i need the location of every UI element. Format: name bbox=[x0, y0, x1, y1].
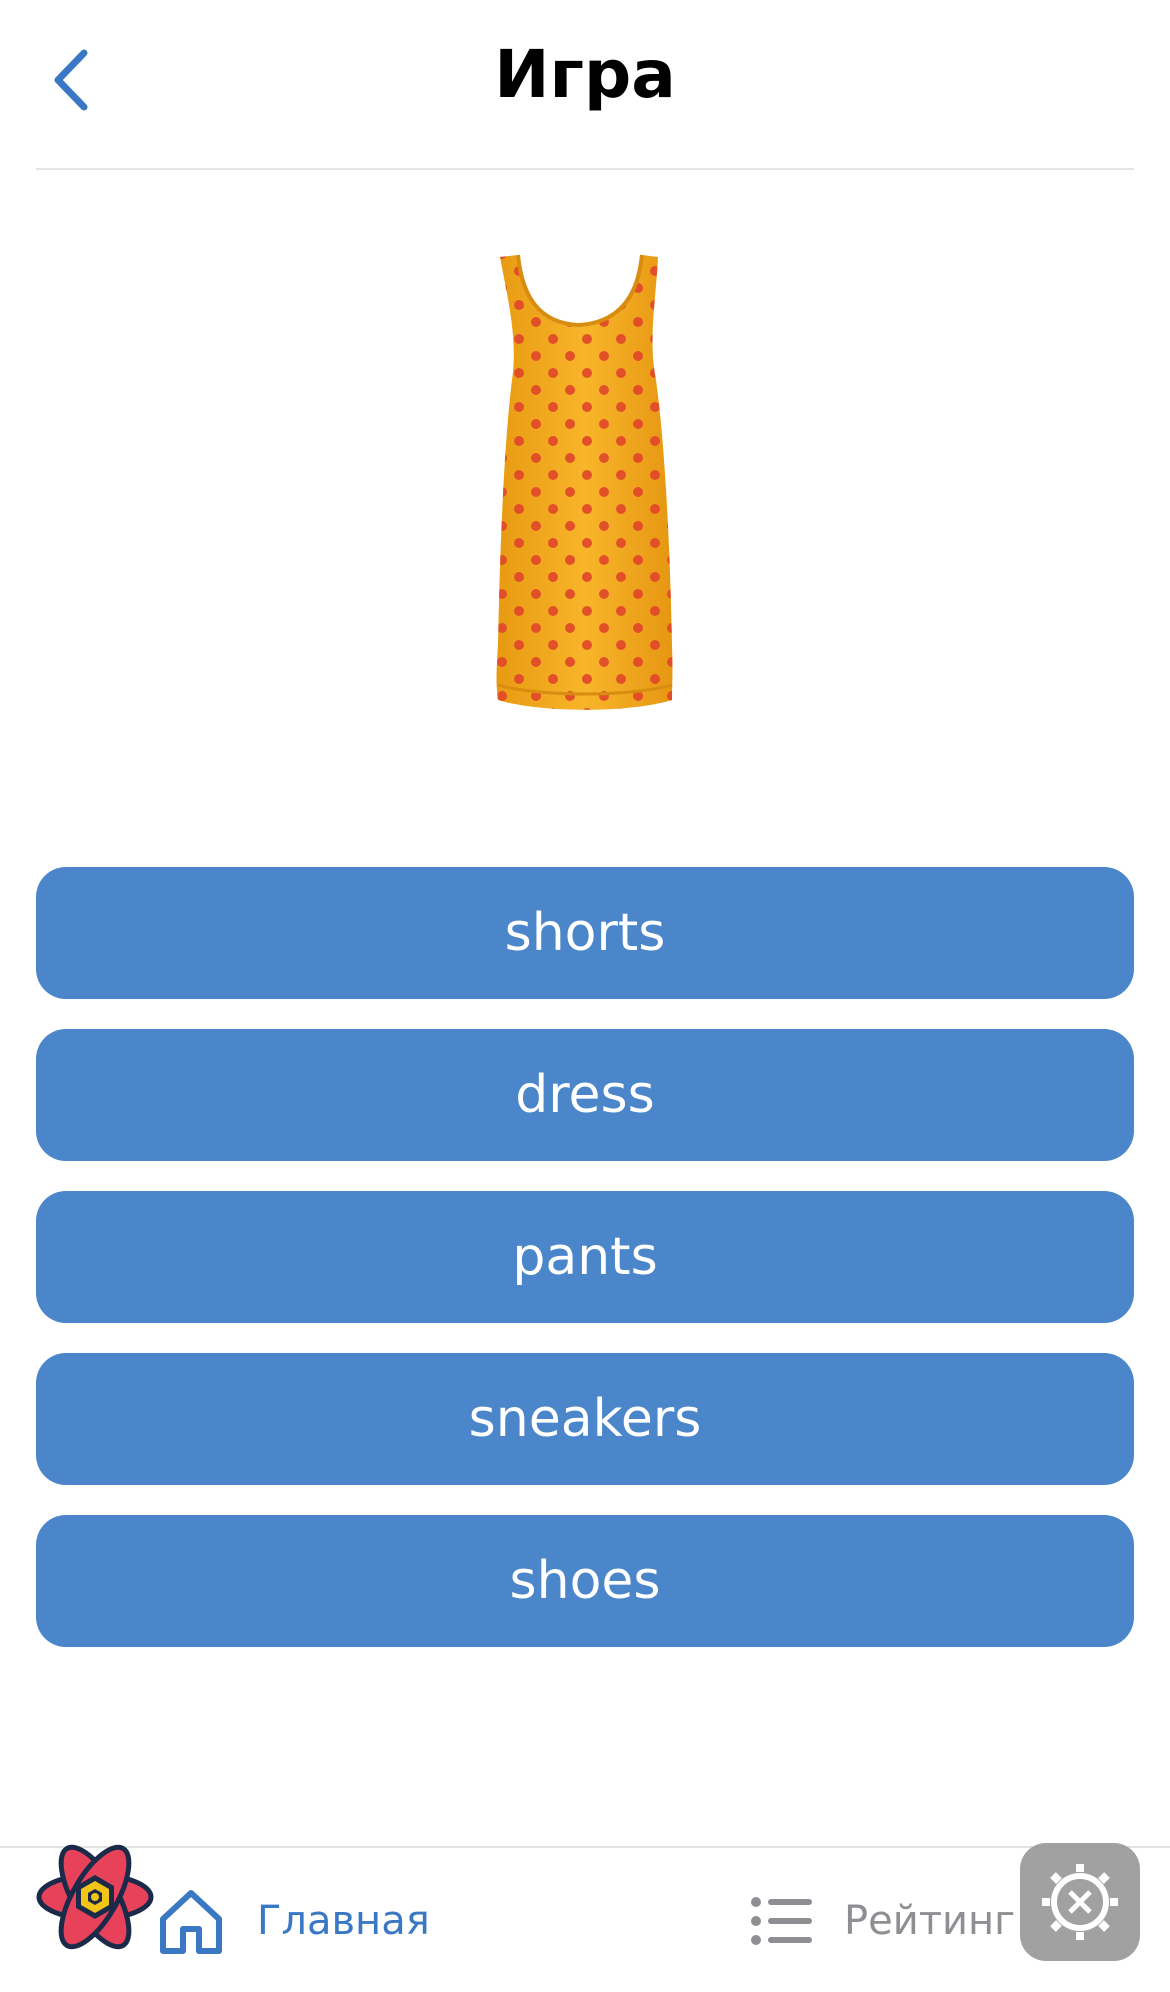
tab-rating-label: Рейтинг bbox=[844, 1898, 1016, 1944]
tab-rating[interactable]: Рейтинг bbox=[750, 1848, 1015, 1992]
answer-button-shorts[interactable]: shorts bbox=[36, 867, 1134, 999]
answer-button-dress[interactable]: dress bbox=[36, 1029, 1134, 1161]
page-title: Игра bbox=[494, 36, 676, 113]
tab-home-label: Главная bbox=[257, 1898, 430, 1944]
tab-home[interactable]: Главная bbox=[155, 1848, 430, 1992]
dev-settings-button[interactable] bbox=[1020, 1843, 1140, 1961]
answer-list: shorts dress pants sneakers shoes bbox=[36, 867, 1134, 1677]
tab-bar: Главная Рейтинг bbox=[0, 1846, 1170, 1992]
header: Игра bbox=[0, 0, 1170, 168]
answer-button-pants[interactable]: pants bbox=[36, 1191, 1134, 1323]
question-image bbox=[460, 245, 710, 715]
answer-button-shoes[interactable]: shoes bbox=[36, 1515, 1134, 1647]
answer-button-sneakers[interactable]: sneakers bbox=[36, 1353, 1134, 1485]
header-divider bbox=[36, 168, 1134, 170]
game-screen: Игра shorts dress pants sneakers shoes Г… bbox=[0, 0, 1170, 1992]
list-icon bbox=[751, 1897, 812, 1945]
react-logo-icon bbox=[36, 1844, 154, 1950]
dress-image bbox=[496, 254, 673, 710]
gear-icon bbox=[1042, 1864, 1118, 1940]
home-icon bbox=[160, 1890, 222, 1954]
